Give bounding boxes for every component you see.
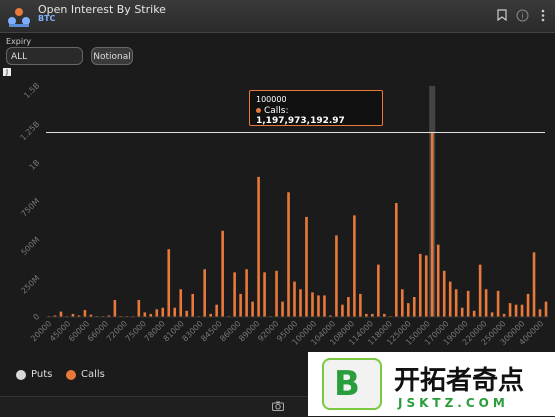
bar (544, 301, 548, 317)
bar (323, 295, 326, 317)
watermark-text-cn: 开拓者奇点 (394, 366, 525, 396)
bar (526, 293, 530, 317)
bar (418, 253, 422, 317)
bar (412, 296, 416, 317)
watermark: B 开拓者奇点 JSKTZ.COM (308, 352, 555, 416)
bar (155, 309, 159, 317)
page-subtitle: BTC (38, 14, 56, 23)
bookmark-icon[interactable] (497, 9, 507, 21)
bar (353, 215, 356, 317)
bar (347, 296, 350, 317)
bar (478, 264, 482, 317)
page-title: Open Interest By Strike (38, 3, 166, 16)
y-tick-label: 0 (31, 312, 41, 322)
app-logo-icon (8, 8, 30, 27)
bar (113, 300, 117, 317)
bar (472, 310, 476, 317)
bar (317, 295, 320, 317)
bar (173, 307, 177, 317)
expiry-select[interactable]: ALL (6, 47, 83, 65)
bar (59, 311, 63, 317)
bar (305, 216, 308, 317)
bar (532, 252, 536, 317)
y-tick-label: 500M (19, 235, 41, 257)
expiry-label: Expiry (6, 37, 32, 46)
bar (341, 304, 344, 317)
watermark-logo-icon: B (322, 358, 382, 410)
bar (239, 293, 242, 317)
bar (299, 289, 302, 317)
bar (263, 272, 266, 317)
bar (406, 303, 410, 317)
bar (359, 293, 362, 317)
bar (221, 230, 224, 317)
tooltip-value-row: Calls: 1,197,973,192.97 (256, 106, 345, 126)
legend-item-puts[interactable]: Puts (16, 369, 52, 380)
bar (167, 249, 171, 317)
tooltip-series-dot (256, 108, 261, 113)
tooltip-series-name: Calls (264, 106, 286, 116)
bar (430, 132, 434, 317)
camera-icon[interactable] (272, 401, 284, 411)
bar (287, 192, 290, 317)
legend-label-puts: Puts (31, 369, 53, 380)
bar (137, 300, 141, 317)
bar (143, 312, 147, 317)
info-icon[interactable]: i (516, 9, 529, 22)
bar (179, 289, 183, 317)
bar (424, 255, 428, 317)
notional-toggle-button[interactable]: Notional (91, 47, 133, 65)
bar (275, 270, 278, 317)
chart-tooltip: 100000 Calls: 1,197,973,192.97 (249, 90, 383, 126)
bar (496, 290, 500, 317)
bar (442, 270, 446, 317)
bar (257, 176, 260, 317)
bar (538, 309, 542, 317)
puts-dot-icon (16, 369, 26, 380)
bar (251, 301, 254, 317)
bar (245, 269, 248, 317)
bar (185, 310, 189, 317)
bar (311, 292, 314, 317)
y-tick-label: 750M (19, 196, 41, 218)
bar (520, 304, 524, 317)
bar (395, 203, 398, 317)
bar (484, 289, 488, 317)
bar (281, 301, 284, 317)
bar (233, 272, 236, 317)
bar (508, 303, 512, 317)
bar (514, 304, 518, 317)
y-tick-label: 1.5B (22, 81, 41, 100)
bar (203, 269, 206, 317)
svg-text:i: i (521, 12, 523, 21)
bar (293, 281, 296, 317)
bar (335, 235, 338, 317)
y-tick-label: 1.25B (19, 120, 42, 143)
bar (400, 289, 404, 317)
watermark-text-en: JSKTZ.COM (398, 396, 509, 410)
bar (466, 290, 470, 317)
bar (191, 293, 195, 317)
menu-icon[interactable] (540, 9, 546, 22)
bar (490, 312, 494, 317)
bar (448, 281, 452, 317)
legend-item-calls[interactable]: Calls (66, 369, 105, 380)
bar (83, 310, 87, 317)
tooltip-value: 1,197,973,192.97 (256, 116, 345, 126)
bar (460, 307, 464, 317)
bar (454, 289, 458, 317)
bar (215, 304, 218, 317)
y-tick-label: 1B (28, 158, 42, 172)
legend-label-calls: Calls (81, 369, 105, 380)
chart-option-box[interactable]: J (3, 68, 11, 76)
window-header: Open Interest By Strike BTC i (0, 0, 555, 33)
bar (436, 244, 440, 317)
bar (161, 307, 165, 317)
calls-dot-icon (66, 369, 76, 380)
tooltip-strike: 100000 (256, 95, 287, 104)
bar (377, 264, 380, 317)
y-tick-label: 250M (19, 273, 41, 295)
